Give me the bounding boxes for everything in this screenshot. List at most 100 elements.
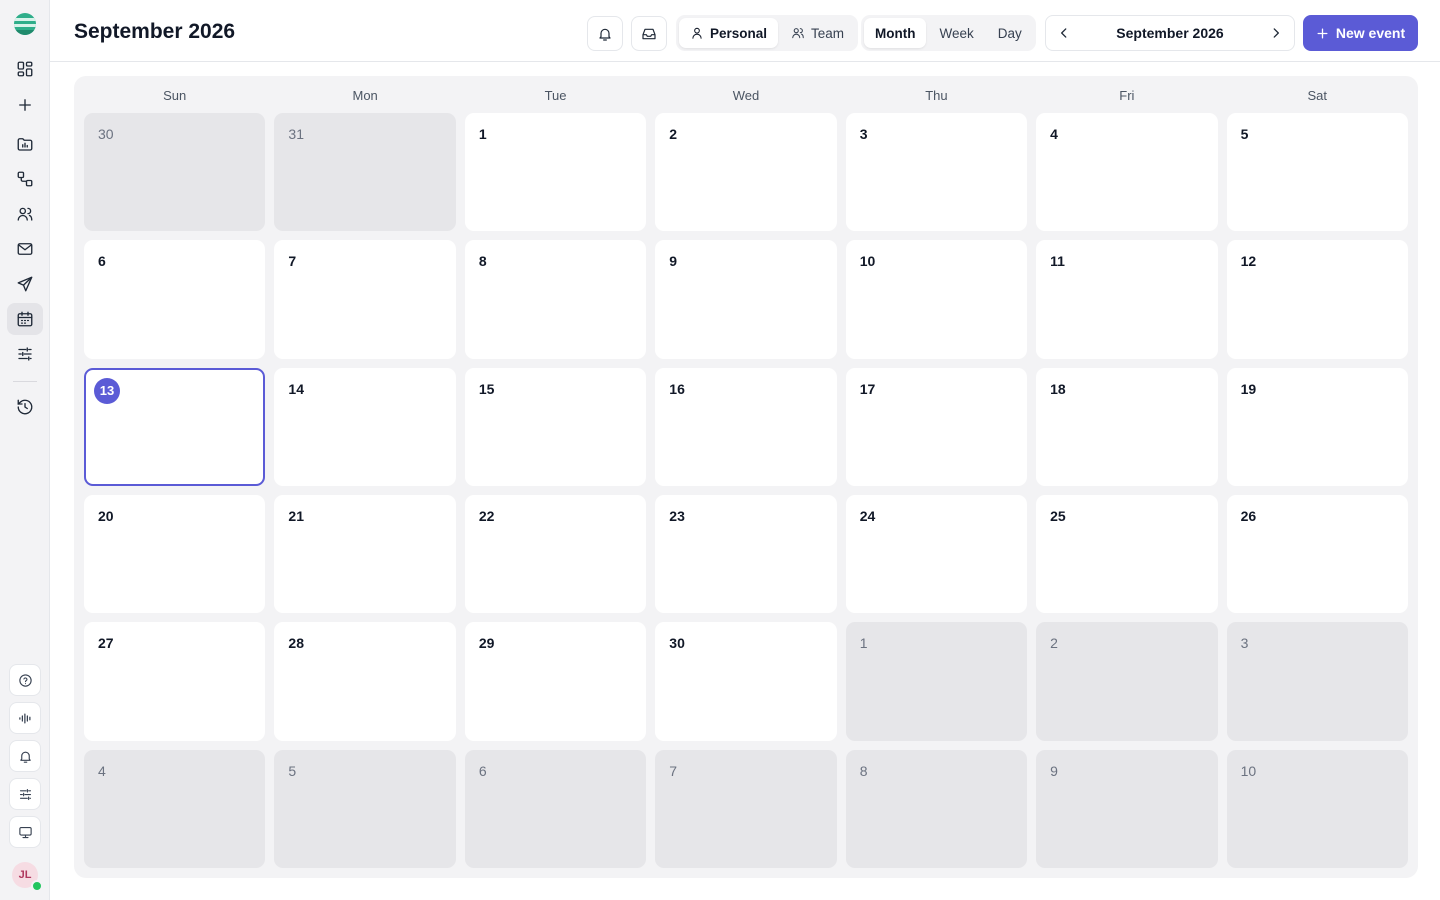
day-cell[interactable]: 4 (1036, 113, 1218, 232)
day-cell[interactable]: 26 (1226, 495, 1408, 614)
weekday-sun: Sun (163, 88, 187, 103)
day-cell[interactable]: 2 (655, 113, 837, 232)
day-cell[interactable]: 12 (1226, 240, 1408, 359)
day-cell[interactable]: 21 (274, 495, 456, 614)
avatar-initials: JL (18, 869, 32, 881)
day-cell[interactable]: 19 (1226, 367, 1408, 486)
tab-personal[interactable]: Personal (679, 18, 779, 48)
weekday-tue: Tue (544, 88, 567, 103)
weekday-thu: Thu (925, 88, 948, 103)
scope-switcher: Personal Team (676, 15, 859, 51)
user-icon (692, 27, 702, 39)
history-icon[interactable] (7, 391, 43, 423)
sliders-icon[interactable] (7, 338, 43, 370)
help-icon[interactable] (9, 664, 41, 696)
calendar-grid: 30 31 1 2 3 4 5 6 7 8 9 10 11 12 13 14 15 16 17 18 19 20 21 22 2… (84, 113, 1408, 868)
tab-day[interactable]: Day (987, 18, 1033, 48)
mail-icon[interactable] (7, 233, 43, 265)
day-number: 16 (669, 380, 685, 397)
bell-icon[interactable] (9, 740, 41, 772)
day-cell[interactable]: 4 (84, 749, 266, 868)
day-cell[interactable]: 11 (1036, 240, 1218, 359)
day-number: 31 (288, 126, 304, 142)
day-cell[interactable]: 16 (655, 367, 837, 486)
monitor-icon[interactable] (9, 816, 41, 848)
sidebar-divider (13, 381, 37, 382)
day-cell[interactable]: 9 (655, 240, 837, 359)
day-number: 6 (98, 253, 106, 270)
plus-icon[interactable] (7, 89, 43, 121)
day-cell[interactable]: 3 (845, 113, 1028, 232)
page-title: September 2026 (74, 20, 236, 43)
day-cell[interactable]: 29 (464, 622, 647, 741)
day-number: 23 (669, 508, 685, 524)
day-cell[interactable]: 22 (464, 495, 647, 614)
day-number: 3 (1240, 635, 1249, 652)
day-number: 4 (1050, 126, 1058, 142)
day-cell[interactable]: 9 (1036, 749, 1218, 868)
day-number: 5 (1240, 126, 1249, 142)
send-icon[interactable] (7, 268, 43, 300)
weekday-header: Sun Mon Tue Wed Thu Fri Sat (84, 88, 1408, 104)
tab-team[interactable]: Team (780, 18, 855, 48)
day-number: 2 (1050, 635, 1058, 652)
day-cell[interactable]: 1 (845, 622, 1028, 741)
day-cell[interactable]: 7 (274, 240, 456, 359)
day-number: 30 (669, 635, 685, 652)
day-cell[interactable]: 20 (84, 495, 266, 614)
weekday-fri: Fri (1119, 88, 1135, 103)
day-number: 7 (669, 762, 678, 779)
day-cell[interactable]: 17 (845, 367, 1028, 486)
day-number: 17 (859, 380, 876, 397)
tab-week[interactable]: Week (928, 18, 984, 48)
day-number: 2 (669, 126, 678, 142)
day-cell[interactable]: 15 (464, 367, 647, 486)
day-cell[interactable]: 8 (845, 749, 1028, 868)
dashboard-icon[interactable] (7, 53, 43, 85)
day-cell[interactable]: 28 (274, 622, 456, 741)
day-cell[interactable]: 23 (655, 495, 837, 614)
day-cell[interactable]: 30 (84, 113, 266, 232)
day-cell-today[interactable]: 13 (84, 367, 266, 486)
users-icon[interactable] (7, 198, 43, 230)
view-switcher: Month Week Day (861, 15, 1036, 51)
calendar-icon[interactable] (7, 303, 43, 335)
day-cell[interactable]: 10 (845, 240, 1028, 359)
chevron-right-icon (1273, 28, 1279, 38)
folder-chart-icon[interactable] (7, 128, 43, 160)
day-number: 12 (1240, 253, 1257, 270)
day-number: 8 (859, 762, 868, 779)
day-cell[interactable]: 14 (274, 367, 456, 486)
next-month-button[interactable] (1258, 16, 1294, 50)
previous-month-button[interactable] (1046, 16, 1082, 50)
day-cell[interactable]: 1 (464, 113, 647, 232)
day-cell[interactable]: 7 (655, 749, 837, 868)
day-cell[interactable]: 2 (1036, 622, 1218, 741)
day-number: 25 (1050, 508, 1066, 524)
day-cell[interactable]: 18 (1036, 367, 1218, 486)
users-icon (792, 28, 804, 39)
day-cell[interactable]: 6 (84, 240, 266, 359)
day-cell[interactable]: 10 (1226, 749, 1408, 868)
day-cell[interactable]: 30 (655, 622, 837, 741)
new-event-button[interactable]: New event (1303, 15, 1418, 51)
workflow-icon[interactable] (7, 163, 43, 195)
day-cell[interactable]: 27 (84, 622, 266, 741)
day-cell[interactable]: 3 (1226, 622, 1408, 741)
sliders-icon[interactable] (9, 778, 41, 810)
day-cell[interactable]: 31 (274, 113, 456, 232)
day-cell[interactable]: 25 (1036, 495, 1218, 614)
chevron-left-icon (1061, 28, 1067, 38)
audio-wave-icon[interactable] (9, 702, 41, 734)
notifications-button[interactable] (587, 16, 623, 51)
day-cell[interactable]: 6 (464, 749, 647, 868)
app-logo-icon[interactable] (14, 13, 36, 35)
day-number: 20 (98, 508, 114, 524)
day-cell[interactable]: 24 (845, 495, 1028, 614)
inbox-button[interactable] (631, 16, 667, 51)
day-cell[interactable]: 5 (274, 749, 456, 868)
day-number: 5 (288, 762, 297, 779)
day-cell[interactable]: 8 (464, 240, 647, 359)
day-cell[interactable]: 5 (1226, 113, 1408, 232)
tab-month[interactable]: Month (864, 18, 927, 48)
